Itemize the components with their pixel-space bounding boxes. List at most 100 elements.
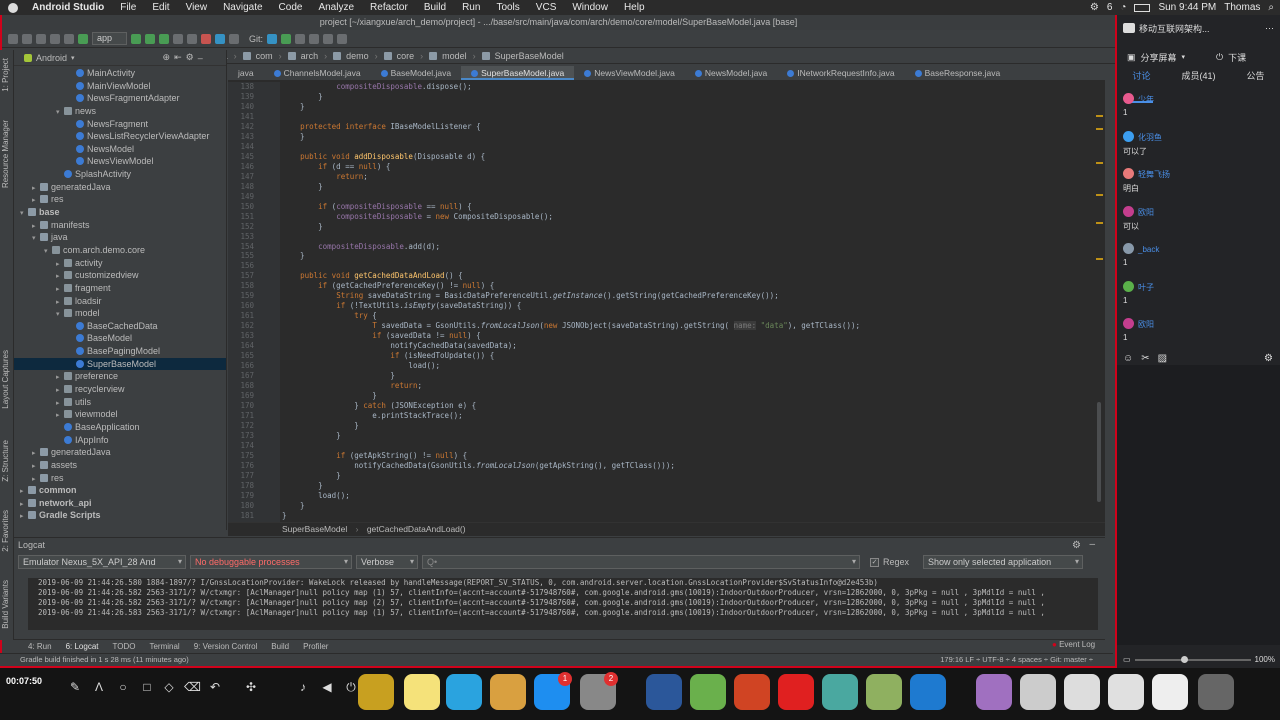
- breadcrumb-class[interactable]: SuperBaseModel: [282, 524, 347, 534]
- search-everywhere-icon[interactable]: [337, 33, 348, 44]
- power-icon[interactable]: ⏻: [344, 680, 358, 694]
- tool-tab-6-logcat[interactable]: 6: Logcat: [66, 642, 99, 651]
- fiddler-app-icon[interactable]: [822, 674, 858, 710]
- code-line[interactable]: }: [282, 92, 1092, 102]
- menu-app-name[interactable]: Android Studio: [24, 2, 112, 13]
- tree-item[interactable]: ▸ viewmodel: [14, 408, 226, 421]
- tree-item[interactable]: ▸ activity: [14, 257, 226, 270]
- code-line[interactable]: if (getApkString() != null) {: [282, 451, 1092, 461]
- tool-tab-terminal[interactable]: Terminal: [149, 642, 179, 651]
- search-icon[interactable]: ⌕: [1268, 2, 1274, 13]
- code-line[interactable]: }: [282, 251, 1092, 261]
- tree-item[interactable]: NewsFragmentAdapter: [14, 92, 226, 105]
- code-line[interactable]: }: [282, 371, 1092, 381]
- tree-item[interactable]: ▸ generatedJava: [14, 446, 226, 459]
- chat-sender[interactable]: 少年: [1123, 93, 1154, 105]
- chat-icon[interactable]: ⋯: [1265, 23, 1280, 34]
- menu-item-navigate[interactable]: Navigate: [215, 2, 270, 13]
- xmind-app-icon[interactable]: [778, 674, 814, 710]
- tree-item[interactable]: BaseCachedData: [14, 320, 226, 333]
- editor-tab[interactable]: BaseResponse.java: [905, 66, 1011, 80]
- locate-icon[interactable]: ⊕: [163, 52, 171, 63]
- code-line[interactable]: }: [282, 132, 1092, 142]
- powerpoint-app-icon[interactable]: [734, 674, 770, 710]
- git-update-icon[interactable]: [267, 33, 278, 44]
- tree-item[interactable]: MainActivity: [14, 67, 226, 80]
- menu-item-analyze[interactable]: Analyze: [310, 2, 362, 13]
- chevron-down-icon[interactable]: ▾: [1182, 53, 1186, 61]
- code-line[interactable]: [282, 192, 1092, 202]
- menu-item-refactor[interactable]: Refactor: [362, 2, 416, 13]
- zoom-slider[interactable]: [1134, 655, 1251, 663]
- tool-tab-9-version-control[interactable]: 9: Version Control: [194, 642, 258, 651]
- nav-crumb[interactable]: demo: [346, 51, 369, 61]
- process-select[interactable]: No debuggable processes: [190, 555, 352, 569]
- code-line[interactable]: }: [282, 182, 1092, 192]
- tool-window-z-structure[interactable]: Z: Structure: [1, 440, 10, 482]
- script-editor-app-icon[interactable]: [490, 674, 526, 710]
- chat-sender[interactable]: _back: [1123, 243, 1159, 254]
- tree-item[interactable]: ▸ assets: [14, 459, 226, 472]
- tree-item[interactable]: ▾ com.arch.demo.core: [14, 244, 226, 257]
- tree-item[interactable]: NewsViewModel: [14, 155, 226, 168]
- code-line[interactable]: try {: [282, 311, 1092, 321]
- notification-badge-icon[interactable]: ⚙: [1090, 2, 1099, 13]
- tree-item[interactable]: ▾ base: [14, 206, 226, 219]
- editor-tab[interactable]: java: [228, 66, 264, 80]
- gear-icon[interactable]: ⚙: [1072, 540, 1081, 551]
- telegram-app-icon[interactable]: [446, 674, 482, 710]
- code-line[interactable]: }: [282, 222, 1092, 232]
- make-icon[interactable]: [78, 33, 88, 44]
- pen-icon[interactable]: ✎: [68, 680, 82, 694]
- microphone-icon[interactable]: ♪: [296, 680, 310, 694]
- trash-icon[interactable]: ⌫: [184, 680, 201, 694]
- share-screen-button[interactable]: 分享屏幕: [1141, 51, 1177, 64]
- profile-icon[interactable]: [173, 33, 184, 44]
- tool-window-build-variants[interactable]: Build Variants: [1, 580, 10, 629]
- tree-item[interactable]: ▸ res: [14, 472, 226, 485]
- chrome-window-icon[interactable]: [1108, 674, 1144, 710]
- notebook-app-icon[interactable]: [866, 674, 902, 710]
- run-config-select[interactable]: app: [92, 32, 128, 45]
- menu-item-code[interactable]: Code: [271, 2, 311, 13]
- notes-app-icon[interactable]: [404, 674, 440, 710]
- nav-crumb[interactable]: model: [442, 51, 467, 61]
- panel-tab[interactable]: 讨论: [1132, 69, 1150, 82]
- logcat-search-input[interactable]: Q•: [422, 555, 860, 569]
- log-level-select[interactable]: Verbose: [356, 555, 418, 569]
- tree-item[interactable]: ▸ utils: [14, 396, 226, 409]
- menu-item-edit[interactable]: Edit: [144, 2, 177, 13]
- code-line[interactable]: compositeDisposable.dispose();: [282, 82, 1092, 92]
- code-line[interactable]: }: [282, 421, 1092, 431]
- log-line[interactable]: 2019-06-09 21:44:26.582 2563-3171/? W/ct…: [38, 588, 1098, 598]
- code-area[interactable]: compositeDisposable.dispose(); } } prote…: [282, 82, 1092, 522]
- avd-manager-icon[interactable]: [215, 33, 226, 44]
- editor-tab[interactable]: BaseModel.java: [371, 66, 461, 80]
- tree-item[interactable]: ▾ java: [14, 231, 226, 244]
- word-app-icon[interactable]: [646, 674, 682, 710]
- chat-sender[interactable]: 欧阳: [1123, 205, 1154, 218]
- code-line[interactable]: }: [282, 481, 1092, 491]
- apple-icon[interactable]: [8, 2, 18, 13]
- preview-app-icon[interactable]: [976, 674, 1012, 710]
- stop-icon[interactable]: [201, 33, 212, 44]
- tree-item[interactable]: ▾ model: [14, 307, 226, 320]
- code-line[interactable]: [282, 232, 1092, 242]
- code-line[interactable]: if (savedData != null) {: [282, 331, 1092, 341]
- save-icon[interactable]: [22, 33, 32, 44]
- panel-tab[interactable]: 成员(41): [1181, 69, 1215, 82]
- tool-window-resource-manager[interactable]: Resource Manager: [1, 120, 10, 188]
- android-studio-app-icon[interactable]: [690, 674, 726, 710]
- logcat-output[interactable]: 2019-06-09 21:44:26.580 1884-1897/? I/Gn…: [28, 578, 1098, 630]
- tree-item[interactable]: ▸ generatedJava: [14, 181, 226, 194]
- code-line[interactable]: e.printStackTrace();: [282, 411, 1092, 421]
- device-select[interactable]: Emulator Nexus_5X_API_28 And: [18, 555, 186, 569]
- tool-tab-4-run[interactable]: 4: Run: [28, 642, 52, 651]
- tree-item[interactable]: SuperBaseModel: [14, 357, 226, 371]
- apply-changes-icon[interactable]: [145, 33, 156, 44]
- tree-item[interactable]: ▸ customizedview: [14, 269, 226, 282]
- tree-item[interactable]: ▸ fragment: [14, 282, 226, 295]
- code-line[interactable]: T savedData = GsonUtils.fromLocalJson(ne…: [282, 321, 1092, 331]
- menu-item-run[interactable]: Run: [454, 2, 488, 13]
- camtasia-app-icon[interactable]: [910, 674, 946, 710]
